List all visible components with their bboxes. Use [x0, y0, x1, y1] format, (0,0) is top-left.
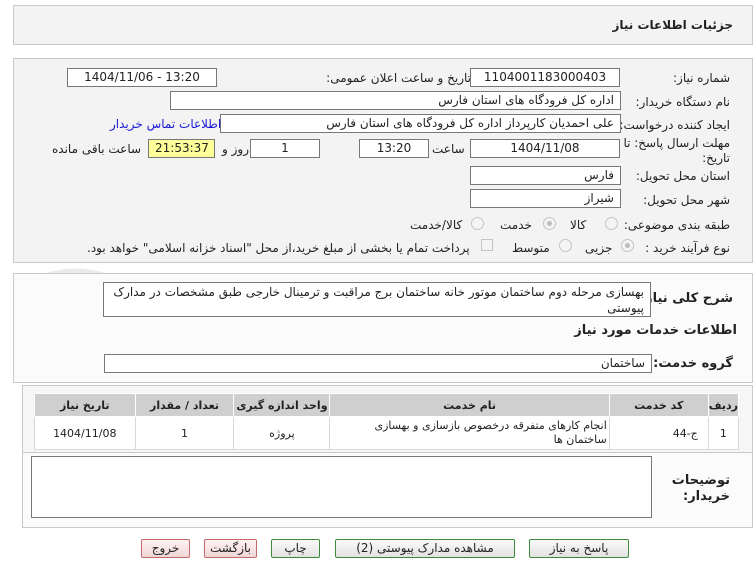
buyer-notes-label: توضیحات خریدار:: [670, 473, 730, 505]
category-service-label: خدمت: [500, 218, 532, 232]
buyer-org-field: اداره کل فرودگاه های استان فارس: [170, 91, 621, 110]
process-label: نوع فرآیند خرید :: [645, 241, 730, 255]
deadline-time-field: 13:20: [359, 139, 429, 158]
buyer-org-label: نام دستگاه خریدار:: [635, 95, 731, 109]
need-summary-label: شرح کلی نیاز:: [639, 291, 733, 306]
cell-date: 1404/11/08: [34, 416, 136, 450]
category-goods-service-radio[interactable]: [471, 217, 484, 230]
cell-unit: پروژه: [233, 416, 331, 450]
process-minor-label: جزیی: [585, 241, 613, 255]
category-service-radio[interactable]: [543, 217, 556, 230]
category-goods-radio[interactable]: [605, 217, 618, 230]
col-date: تاریخ نیاز: [34, 393, 136, 417]
process-medium-radio[interactable]: [559, 239, 572, 252]
service-group-label: گروه خدمت:: [653, 356, 733, 371]
cell-code: ج-44: [608, 416, 709, 450]
treasury-payment-note: پرداخت تمام یا بخشی از مبلغ خرید،از محل …: [87, 241, 470, 255]
province-field: فارس: [470, 166, 621, 185]
services-table: ردیف کد خدمت نام خدمت واحد اندازه گیری ت…: [34, 393, 740, 450]
province-label: استان محل تحویل:: [635, 169, 730, 183]
print-button[interactable]: چاپ: [271, 539, 320, 558]
deadline-label: مهلت ارسال پاسخ: تا تاریخ:: [612, 136, 730, 166]
buyer-notes-label-text: توضیحات خریدار:: [671, 473, 730, 504]
days-label: روز و: [222, 142, 249, 156]
category-label: طبقه بندی موضوعی:: [623, 218, 730, 232]
announce-datetime-field: 1404/11/06 - 13:20: [67, 68, 217, 87]
deadline-label-text: مهلت ارسال پاسخ: تا تاریخ:: [623, 136, 730, 165]
col-unit: واحد اندازه گیری: [233, 393, 331, 417]
col-qty: تعداد / مقدار: [134, 393, 235, 417]
category-goods-service-label: کالا/خدمت: [410, 218, 463, 232]
remaining-time-label: ساعت باقی مانده: [52, 142, 142, 156]
services-heading: اطلاعات خدمات مورد نیاز: [574, 323, 737, 338]
page-title: جزئیات اطلاعات نیاز: [612, 18, 733, 32]
category-goods-label: کالا: [570, 218, 587, 232]
city-field: شیراز: [470, 189, 621, 208]
creator-field: علی احمدیان کارپرداز اداره کل فرودگاه ها…: [220, 114, 621, 133]
city-label: شهر محل تحویل:: [643, 193, 730, 207]
treasury-payment-checkbox[interactable]: [481, 239, 493, 251]
need-number-field: 1104001183000403: [470, 68, 620, 87]
exit-button[interactable]: خروج: [141, 539, 190, 558]
service-group-field: ساختمان: [104, 354, 652, 373]
cell-name: انجام کارهای متفرقه درخصوص بازسازی و بهس…: [329, 416, 610, 450]
col-row: ردیف: [707, 393, 740, 417]
col-name: نام خدمت: [329, 393, 610, 417]
table-row[interactable]: 1 ج-44 انجام کارهای متفرقه درخصوص بازساز…: [34, 416, 740, 450]
back-button[interactable]: بازگشت: [204, 539, 257, 558]
col-code: کد خدمت: [608, 393, 709, 417]
buyer-notes-field[interactable]: [31, 456, 652, 518]
remaining-time-field: 21:53:37: [148, 139, 215, 158]
need-number-label: شماره نیاز:: [673, 71, 730, 85]
process-medium-label: متوسط: [512, 241, 550, 255]
deadline-time-label: ساعت: [432, 142, 465, 156]
deadline-date-field: 1404/11/08: [470, 139, 620, 158]
attachments-button[interactable]: مشاهده مدارک پیوستی (2): [335, 539, 515, 558]
services-table-header: ردیف کد خدمت نام خدمت واحد اندازه گیری ت…: [34, 393, 740, 417]
reply-button[interactable]: پاسخ به نیاز: [529, 539, 629, 558]
need-summary-field: بهسازی مرحله دوم ساختمان موتور خانه ساخت…: [103, 282, 651, 317]
cell-qty: 1: [134, 416, 235, 450]
process-minor-radio[interactable]: [621, 239, 634, 252]
announce-datetime-label: تاریخ و ساعت اعلان عمومی:: [326, 71, 471, 85]
creator-label: ایجاد کننده درخواست:: [619, 118, 730, 132]
days-remaining-field: 1: [250, 139, 320, 158]
cell-row: 1: [707, 416, 740, 450]
buyer-contact-link[interactable]: اطلاعات تماس خریدار: [110, 117, 221, 131]
